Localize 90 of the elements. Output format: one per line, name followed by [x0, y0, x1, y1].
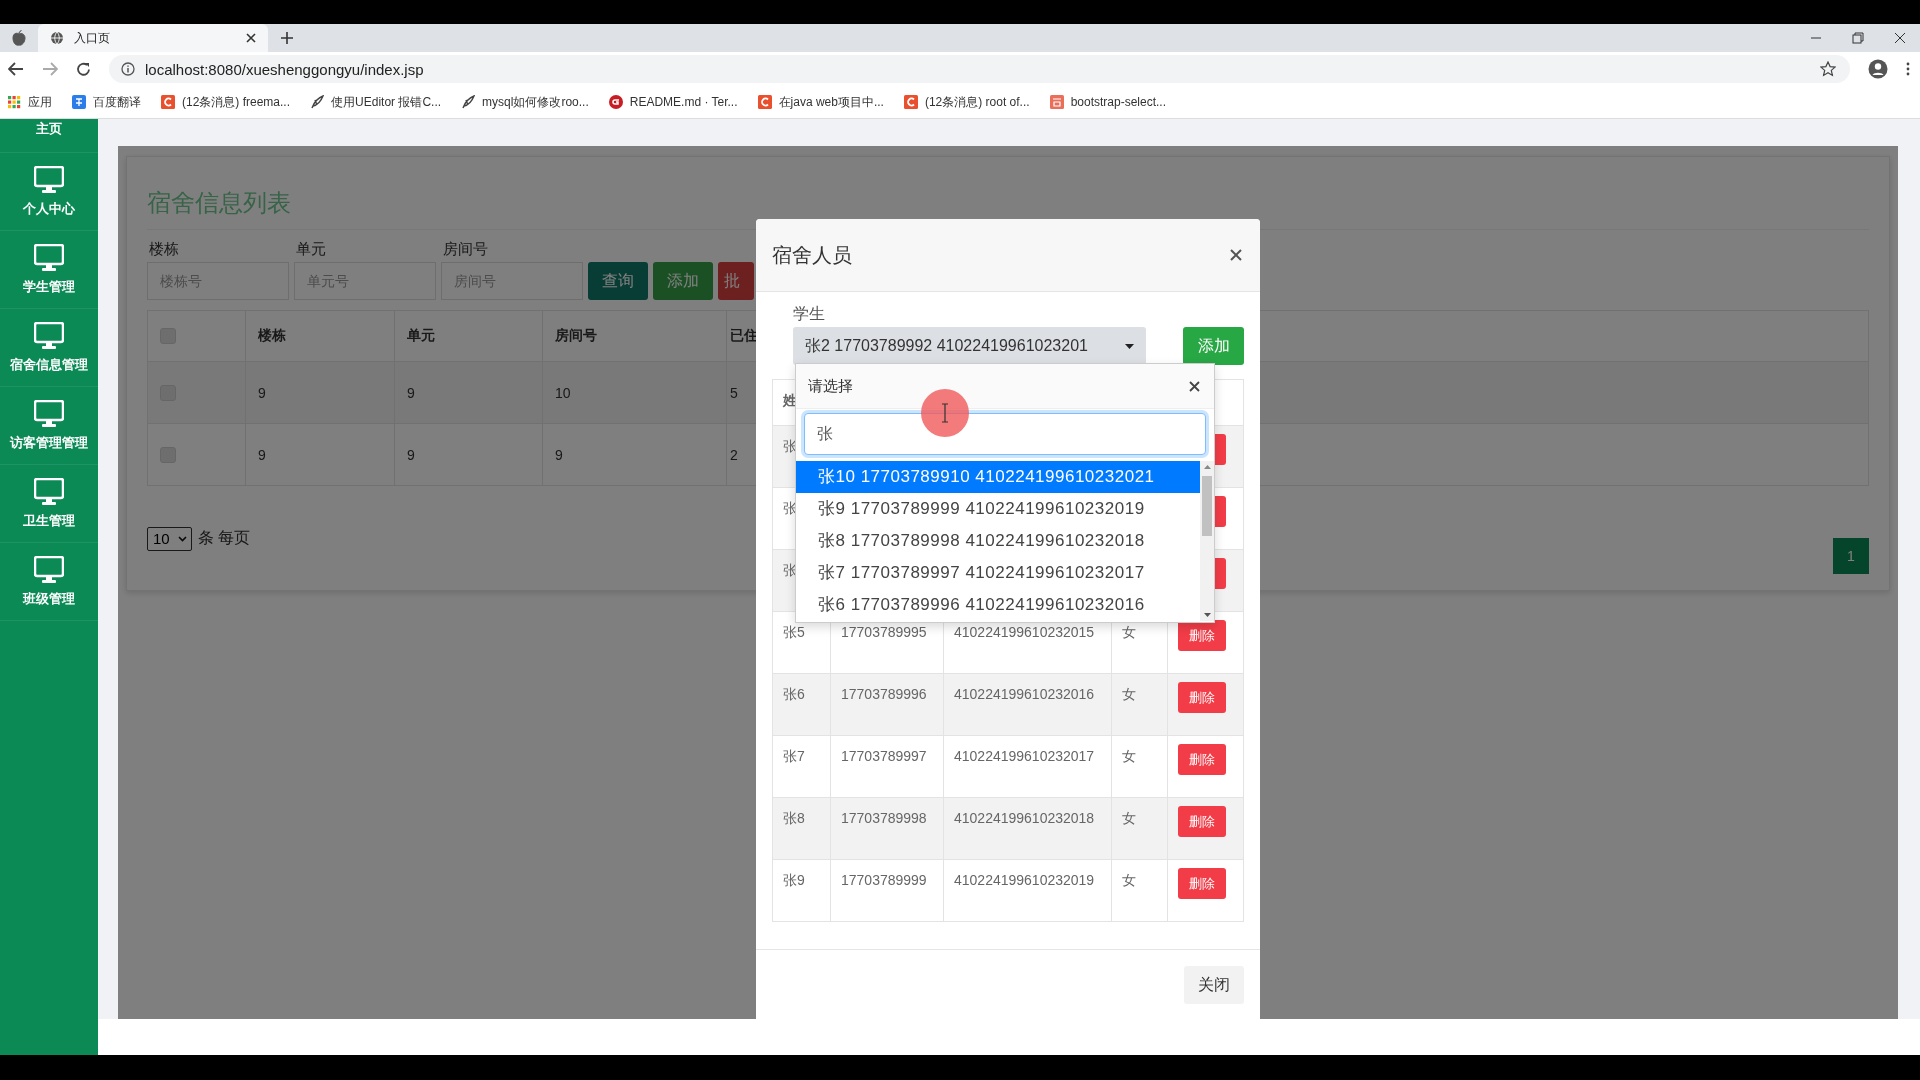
add-button[interactable]: 添加 [1183, 327, 1244, 365]
bookmark-link[interactable]: 百度翻译 [72, 93, 141, 111]
table-cell: 410224199610232016 [943, 673, 1112, 736]
back-icon[interactable] [8, 62, 24, 76]
monitor-icon [34, 321, 64, 350]
table-cell: 女 [1111, 735, 1168, 798]
bookmark-link[interactable]: 应用 [8, 93, 52, 111]
monitor-icon [34, 477, 64, 506]
column-header: 单元 [394, 310, 543, 362]
table-cell: 10 [542, 361, 727, 424]
bookmark-favicon-icon [608, 95, 623, 109]
close-icon[interactable] [1230, 249, 1242, 261]
table-cell: 410224199610232019 [943, 859, 1112, 922]
bookmark-favicon-icon [757, 95, 772, 109]
table-cell: 17703789998 [830, 797, 944, 860]
close-icon[interactable] [1189, 380, 1200, 392]
quill-icon [461, 95, 476, 109]
table-cell: 17703789997 [830, 735, 944, 798]
table-cell: 410224199610232018 [943, 797, 1112, 860]
table-cell: 张8 [772, 797, 831, 860]
bookmark-favicon-icon [1049, 95, 1064, 109]
page-size-label: 条 每页 [197, 528, 251, 548]
checkbox[interactable] [160, 328, 176, 344]
new-tab-icon[interactable] [280, 31, 294, 45]
filter-label: 房间号 [442, 240, 489, 259]
page-button[interactable]: 1 [1833, 538, 1869, 574]
close-icon[interactable] [1894, 32, 1906, 44]
table-cell: 9 [394, 423, 543, 486]
table-cell: 17703789999 [830, 859, 944, 922]
translate-icon [72, 95, 86, 109]
table-cell: 张7 [772, 735, 831, 798]
table-cell: 9 [542, 423, 727, 486]
apps-grid-icon [8, 95, 21, 109]
caret-icon [1125, 343, 1134, 349]
restore-icon[interactable] [1852, 32, 1864, 44]
bookmark-link[interactable]: README.md · Ter... [608, 95, 738, 109]
monitor-icon [34, 555, 64, 584]
search-field[interactable]: 张 [804, 413, 1206, 455]
close-button[interactable]: 关闭 [1184, 966, 1244, 1004]
filter-label: 楼栋 [148, 240, 180, 259]
monitor-icon [34, 165, 64, 194]
bookmark-link[interactable]: mysql如何修改roo... [461, 93, 589, 111]
url-text: localhost:8080/xueshenggongyu/index.jsp [145, 60, 425, 78]
delete-button[interactable]: 删除 [1178, 868, 1226, 899]
column-header: 楼栋 [245, 310, 395, 362]
table-cell: 17703789996 [830, 673, 944, 736]
table-cell: 女 [1111, 797, 1168, 860]
checkbox[interactable] [160, 446, 176, 463]
info-icon [121, 62, 135, 76]
bookmark-link[interactable]: (12条消息) root of... [903, 93, 1030, 111]
table-cell: 张6 [772, 673, 831, 736]
menu-icon[interactable] [1906, 62, 1910, 76]
student-select[interactable]: 张2 17703789992 41022419961023201 [793, 327, 1146, 365]
bookmark-link[interactable]: 使用UEditor 报错C... [310, 93, 442, 111]
dropdown-option[interactable]: 张10 17703789910 410224199610232021 [796, 461, 1200, 493]
monitor-icon [34, 399, 64, 428]
browser-tab[interactable]: 入口页 [38, 24, 268, 52]
table-cell: 9 [245, 423, 395, 486]
table-cell: 9 [394, 361, 543, 424]
chevron-down-icon [177, 535, 187, 542]
page-size-select[interactable]: 10 [147, 526, 192, 551]
bookmark-favicon-icon [903, 95, 918, 109]
scrollbar[interactable] [1200, 461, 1214, 621]
bookmark-link[interactable]: (12条消息) freema... [161, 93, 291, 111]
account-icon[interactable] [1868, 59, 1888, 79]
bookmark-favicon-icon [161, 95, 175, 109]
table-cell: 张9 [772, 859, 831, 922]
column-header: 房间号 [542, 310, 727, 362]
table-cell: 女 [1111, 859, 1168, 922]
delete-button[interactable]: 删除 [1178, 744, 1226, 775]
table-cell: 9 [245, 361, 395, 424]
action-button[interactable]: 批 [718, 262, 754, 300]
filter-label: 单元 [295, 240, 327, 259]
table-cell: 女 [1111, 673, 1168, 736]
bookmark-link[interactable]: 在java web项目中... [757, 93, 884, 111]
modal-title: 宿舍人员 [772, 242, 852, 268]
quill-icon [310, 95, 325, 109]
delete-button[interactable]: 删除 [1178, 806, 1226, 837]
close-icon[interactable] [246, 33, 256, 43]
address-field[interactable]: localhost:8080/xueshenggongyu/index.jsp [109, 55, 1850, 83]
action-button[interactable]: 查询 [588, 262, 648, 300]
globe-icon [50, 31, 64, 45]
delete-button[interactable]: 删除 [1178, 620, 1226, 651]
reload-icon[interactable] [76, 61, 91, 77]
delete-button[interactable]: 删除 [1178, 682, 1226, 713]
bookmark-link[interactable]: bootstrap-select... [1049, 95, 1166, 109]
star-icon[interactable] [1820, 61, 1836, 77]
table-cell: 410224199610232017 [943, 735, 1112, 798]
monitor-icon [34, 243, 64, 272]
apple-icon[interactable] [12, 30, 26, 46]
